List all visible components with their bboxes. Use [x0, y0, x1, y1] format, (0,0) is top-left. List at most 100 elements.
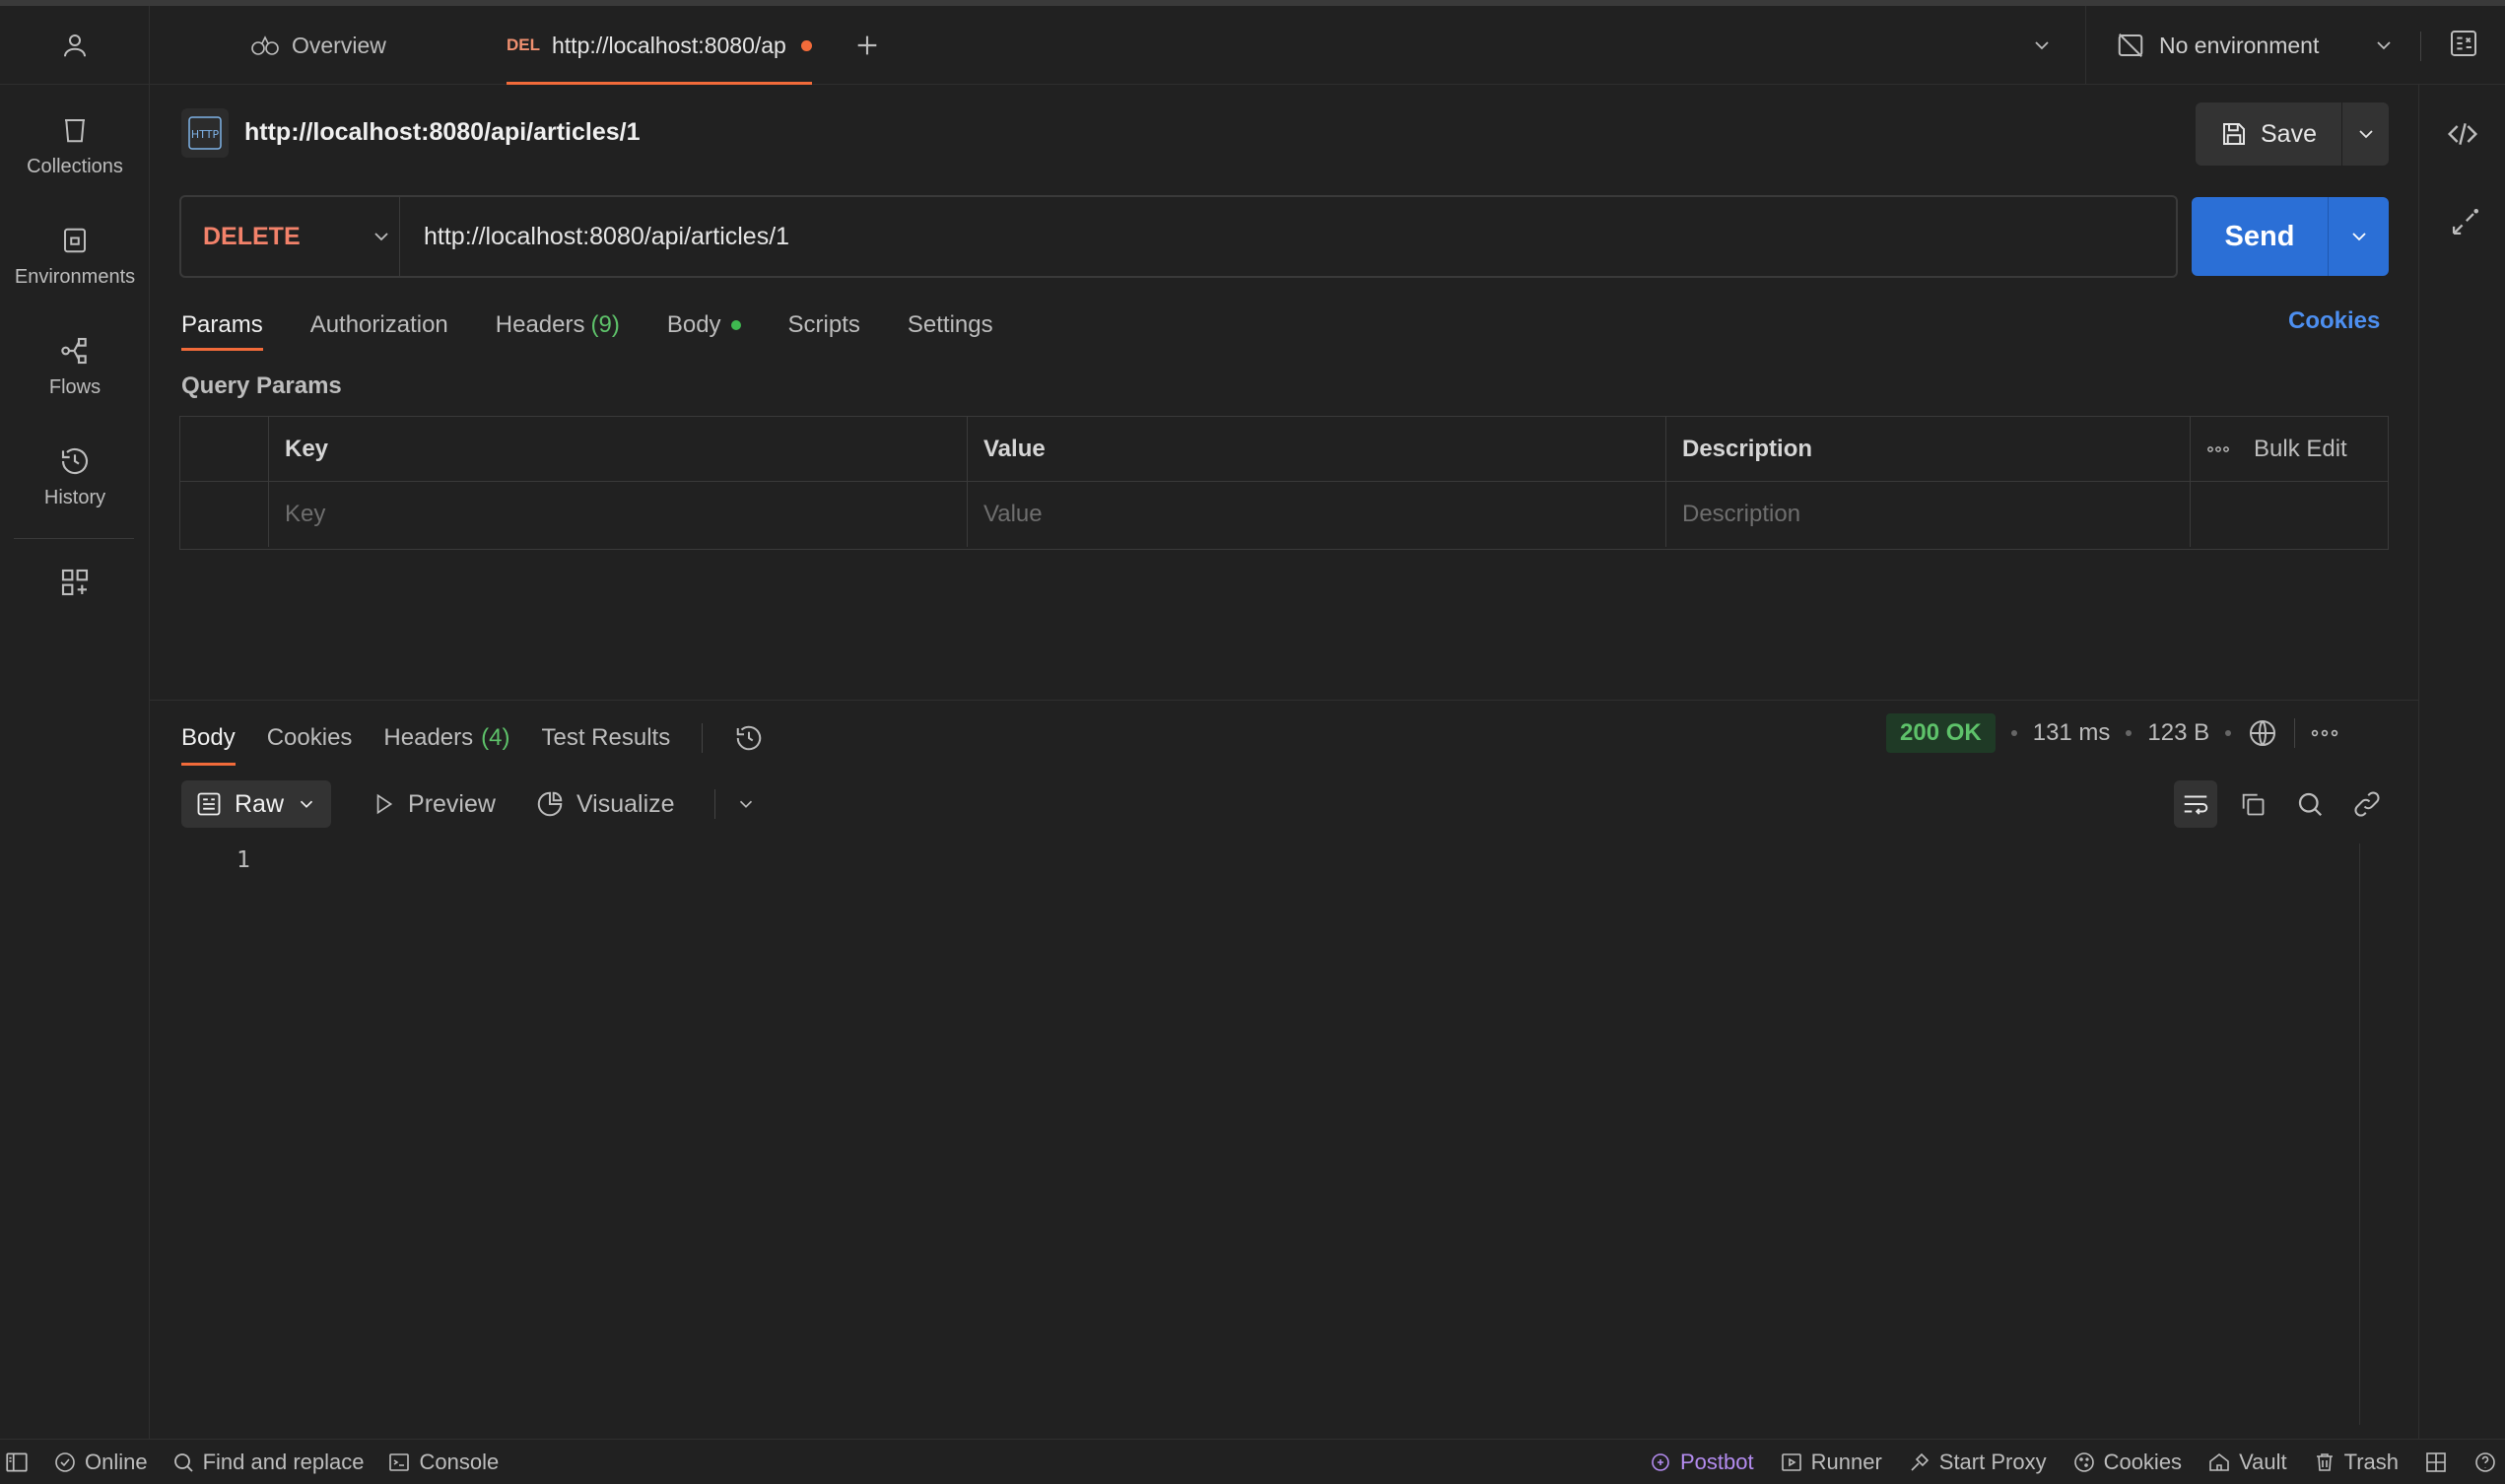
play-icon — [371, 791, 396, 817]
online-label: Online — [85, 1450, 148, 1474]
format-label: Raw — [235, 789, 285, 818]
response-tab-headers[interactable]: Headers (4) — [383, 716, 509, 760]
query-params-table: Key Value Description Bulk Edit Key Valu… — [179, 416, 2389, 550]
sidebar-item-label: Flows — [48, 375, 102, 398]
sidebar-add-workspace-button[interactable] — [0, 548, 150, 617]
response-tab-test-results[interactable]: Test Results — [541, 716, 670, 760]
save-options-button[interactable] — [2341, 102, 2389, 166]
new-tab-button[interactable] — [851, 30, 883, 61]
response-pane-divider[interactable] — [150, 700, 2418, 701]
chevron-down-icon — [296, 793, 317, 815]
cookies-link[interactable]: Cookies — [2288, 307, 2380, 335]
response-time[interactable]: 131 ms — [2033, 719, 2111, 747]
copy-button[interactable] — [2231, 780, 2274, 828]
find-replace-button[interactable]: Find and replace — [171, 1450, 364, 1475]
status-badge[interactable]: 200 OK — [1886, 713, 1996, 753]
trash-button[interactable]: Trash — [2313, 1450, 2399, 1475]
start-proxy-button[interactable]: Start Proxy — [1908, 1450, 2047, 1475]
value-input[interactable]: Value — [968, 482, 1666, 547]
search-icon — [2295, 789, 2325, 819]
layout-toggle-button[interactable] — [2424, 1450, 2448, 1474]
tab-authorization[interactable]: Authorization — [310, 304, 448, 347]
tab-label: Settings — [907, 311, 993, 338]
wrap-lines-icon — [2181, 789, 2210, 819]
response-history-button[interactable] — [734, 716, 764, 760]
column-header-key: Key — [269, 417, 968, 481]
save-button-group: Save — [2196, 102, 2389, 166]
format-select-raw[interactable]: Raw — [181, 780, 332, 828]
method-select[interactable]: DELETE — [181, 197, 400, 276]
sidebar-item-environments[interactable]: Environments — [0, 209, 150, 304]
tab-request-active[interactable]: DEL http://localhost:8080/ap — [507, 6, 812, 85]
cookies-button[interactable]: Cookies — [2072, 1450, 2182, 1475]
wrap-lines-button[interactable] — [2174, 780, 2217, 828]
response-tab-cookies[interactable]: Cookies — [267, 716, 353, 760]
online-status[interactable]: Online — [53, 1450, 148, 1475]
description-input[interactable]: Description — [1666, 482, 2191, 547]
tab-label: Test Results — [541, 724, 671, 751]
more-options-icon[interactable] — [2311, 729, 2338, 737]
response-body-editor[interactable]: 1 — [181, 843, 2359, 1425]
url-input[interactable]: http://localhost:8080/api/articles/1 — [400, 223, 789, 251]
response-format-bar: Raw Preview Visualize — [181, 780, 757, 828]
chevron-down-icon — [2030, 34, 2054, 57]
tab-settings[interactable]: Settings — [908, 304, 993, 347]
raw-text-icon — [195, 790, 223, 818]
account-button[interactable] — [0, 6, 150, 85]
send-button[interactable]: Send — [2192, 197, 2328, 276]
binoculars-icon — [250, 34, 280, 57]
search-button[interactable] — [2288, 780, 2332, 828]
tabs-dropdown-button[interactable] — [2030, 34, 2054, 57]
tab-label: Params — [181, 311, 263, 338]
postman-app: Overview DEL http://localhost:8080/ap No… — [0, 0, 2505, 1484]
runner-button[interactable]: Runner — [1780, 1450, 1882, 1475]
flows-icon — [59, 335, 91, 367]
save-button[interactable]: Save — [2196, 102, 2341, 166]
bulk-edit-button[interactable]: Bulk Edit — [2254, 436, 2347, 463]
toggle-sidebar-button[interactable] — [4, 1450, 30, 1475]
environment-quick-look-button[interactable] — [2448, 28, 2479, 59]
status-bar-right: Postbot Runner Start Proxy Cookies Vault… — [1649, 1440, 2497, 1484]
tab-params[interactable]: Params — [181, 304, 263, 351]
sidebar-item-history[interactable]: History — [0, 430, 150, 524]
tab-body[interactable]: Body — [667, 304, 741, 347]
globe-icon[interactable] — [2247, 717, 2278, 749]
sidebar-item-collections[interactable]: Collections — [0, 99, 150, 193]
floppy-disk-icon — [2219, 119, 2249, 149]
request-title[interactable]: http://localhost:8080/api/articles/1 — [244, 118, 641, 147]
send-options-button[interactable] — [2328, 197, 2389, 276]
visualize-icon — [535, 789, 565, 819]
response-tab-body[interactable]: Body — [181, 716, 236, 766]
more-options-icon[interactable] — [2206, 445, 2230, 453]
response-scrollbar[interactable] — [2359, 843, 2360, 1425]
visualize-button[interactable]: Visualize — [535, 789, 675, 819]
preview-button[interactable]: Preview — [371, 790, 496, 819]
visualize-label: Visualize — [575, 789, 675, 818]
separator-dot — [2126, 730, 2133, 736]
svg-text:HTTP: HTTP — [191, 128, 220, 141]
vault-button[interactable]: Vault — [2207, 1450, 2287, 1475]
copy-icon — [2239, 790, 2267, 818]
column-header-value: Value — [968, 417, 1666, 481]
tab-headers[interactable]: Headers (9) — [496, 304, 620, 347]
trash-icon — [2313, 1450, 2336, 1474]
sidebar-item-flows[interactable]: Flows — [0, 319, 150, 414]
postbot-label: Postbot — [1680, 1450, 1754, 1474]
console-button[interactable]: Console — [387, 1450, 499, 1475]
postbot-button[interactable]: Postbot — [1649, 1450, 1754, 1475]
expand-arrows-icon — [2447, 207, 2480, 240]
key-input[interactable]: Key — [269, 482, 968, 547]
code-snippet-button[interactable] — [2447, 118, 2478, 150]
response-size[interactable]: 123 B — [2147, 719, 2209, 747]
quick-look-icon — [2448, 28, 2479, 59]
visualize-options-button[interactable] — [735, 793, 757, 815]
environment-selector[interactable]: No environment — [2085, 6, 2418, 85]
console-label: Console — [419, 1450, 500, 1474]
start-proxy-label: Start Proxy — [1938, 1450, 2047, 1474]
tab-scripts[interactable]: Scripts — [788, 304, 860, 347]
help-button[interactable] — [2473, 1450, 2497, 1474]
copy-link-button[interactable] — [2345, 780, 2389, 828]
tab-overview[interactable]: Overview — [250, 6, 386, 85]
related-requests-button[interactable] — [2447, 207, 2480, 240]
response-tabs: Body Cookies Headers (4) Test Results — [181, 713, 764, 766]
